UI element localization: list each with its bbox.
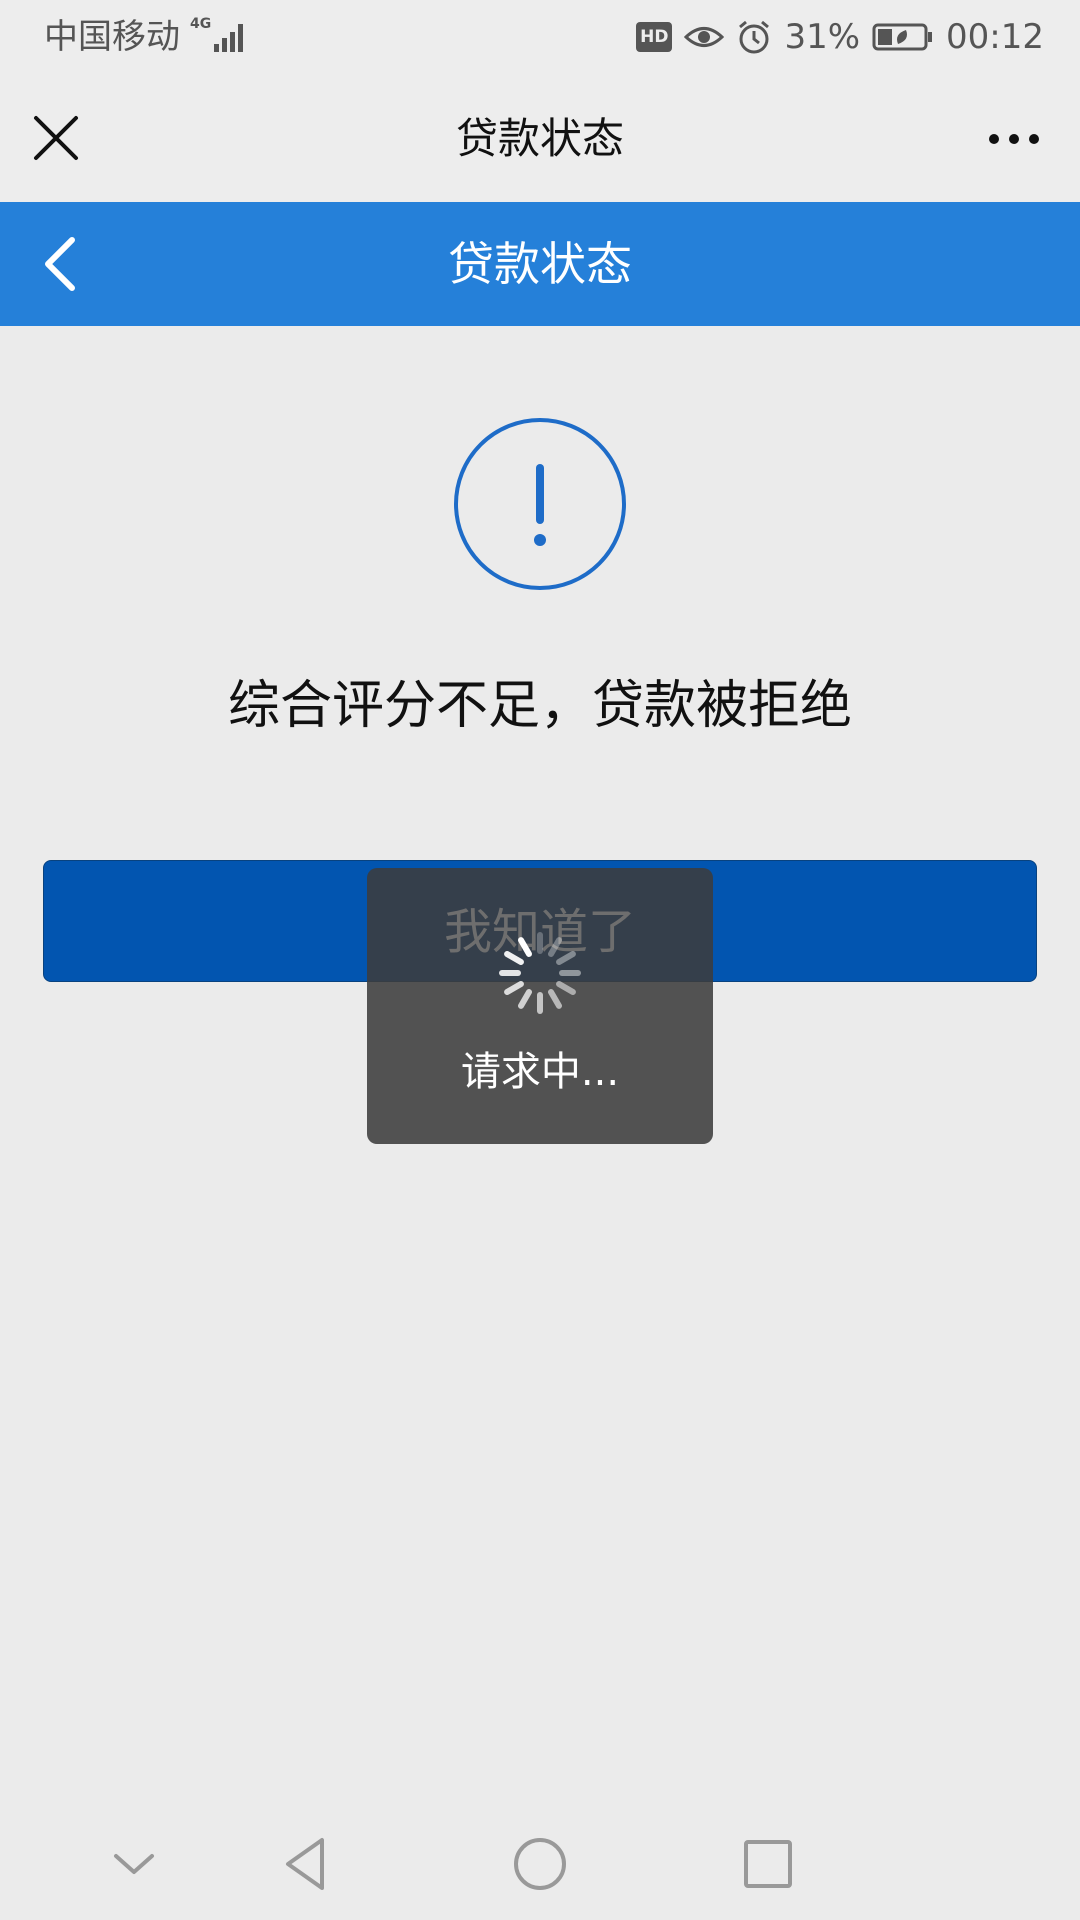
clock-time: 00:12: [946, 17, 1044, 57]
chevron-down-icon[interactable]: [102, 1832, 166, 1896]
webview-title-bar: 贷款状态: [0, 76, 1080, 202]
signal-icon: [214, 24, 243, 52]
carrier-name: 中国移动: [44, 17, 180, 57]
battery-percent: 31%: [784, 17, 861, 57]
exclamation-circle-icon: [454, 418, 626, 590]
battery-icon: [872, 22, 934, 52]
page-title: 贷款状态: [455, 114, 624, 163]
back-triangle-icon[interactable]: [276, 1832, 340, 1896]
hd-icon: HD: [636, 22, 673, 52]
system-nav-bar: [0, 1808, 1080, 1920]
home-circle-icon[interactable]: [508, 1832, 572, 1896]
app-header-title: 贷款状态: [448, 237, 632, 291]
eye-icon: [684, 22, 725, 52]
network-type: 4G: [190, 16, 212, 32]
recents-square-icon[interactable]: [736, 1832, 800, 1896]
network-indicator: 4G: [190, 16, 250, 56]
more-icon[interactable]: [984, 124, 1044, 154]
loading-toast: 我知道了 请求中...: [367, 868, 713, 1144]
loading-spinner-icon: [499, 932, 581, 1014]
alarm-icon: [736, 19, 772, 55]
rejection-message: 综合评分不足，贷款被拒绝: [227, 676, 852, 736]
app-header: 贷款状态: [0, 202, 1080, 326]
status-bar: 中国移动 4G HD 31% 00:12: [0, 0, 1080, 76]
loading-text: 请求中...: [460, 1049, 620, 1095]
status-icons: HD 31% 00:12: [624, 14, 1044, 60]
